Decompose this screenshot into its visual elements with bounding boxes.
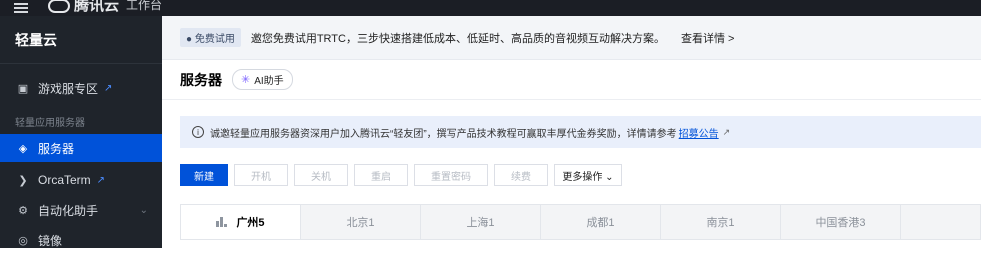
instance-toolbar: 新建 开机 关机 重启 重置密码 续费 更多操作 ⌄ (180, 164, 622, 188)
tab-region-hongkong3[interactable]: 中国香港3 (781, 205, 901, 239)
top-navigation-bar: 腾讯云 工作台 (0, 0, 981, 16)
tab-region-guangzhou5[interactable]: 广州5 (181, 205, 301, 239)
ai-assistant-label: AI助手 (254, 76, 284, 87)
sidebar-item-label: 游戏服专区 (38, 81, 99, 96)
terminal-icon: ❯ (18, 174, 28, 187)
create-button[interactable]: 新建 (180, 164, 228, 186)
sidebar-item-label: 服务器 (38, 141, 75, 156)
sidebar-item-images[interactable]: ◎ 镜像 (0, 226, 162, 254)
tab-region-shanghai1[interactable]: 上海1 (421, 205, 541, 239)
server-icon: ◈ (18, 142, 28, 155)
sparkle-icon: ✳ (241, 74, 251, 86)
sidebar-item-label: 镜像 (38, 233, 63, 248)
menu-icon[interactable] (14, 3, 28, 13)
workbench-link[interactable]: 工作台 (126, 0, 162, 13)
chevron-down-icon: ⌄ (139, 204, 148, 216)
restart-button[interactable]: 重启 (354, 164, 408, 186)
external-link-icon: ↗ (96, 174, 106, 186)
start-button[interactable]: 开机 (234, 164, 288, 186)
ai-assistant-button[interactable]: ✳ AI助手 (232, 69, 293, 90)
region-label: 广州5 (236, 217, 265, 229)
sidebar-item-game-server[interactable]: ▣ 游戏服专区 ↗ (0, 74, 162, 102)
sidebar-group-label: 轻量应用服务器 (15, 118, 85, 129)
page-title: 服务器 (180, 71, 222, 88)
stop-button[interactable]: 关机 (294, 164, 348, 186)
gamepad-icon: ▣ (17, 82, 29, 95)
tab-region-nanjing1[interactable]: 南京1 (661, 205, 781, 239)
info-icon: i (192, 126, 204, 138)
automation-icon: ⚙ (18, 204, 28, 217)
promo-text: 邀您免费试用TRTC，三步快速搭建低成本、低延时、高品质的音视频互动解决方案。 (250, 32, 665, 45)
info-text: 诚邀轻量应用服务器资深用户加入腾讯云“轻友团”，撰写产品技术教程可赢取丰厚代金券… (210, 128, 677, 140)
region-bars-icon (216, 217, 228, 227)
view-details-link[interactable]: 查看详情 > (681, 30, 734, 46)
sidebar-item-orcaterm[interactable]: ❯ OrcaTerm ↗ (0, 166, 162, 194)
recruitment-notice-link[interactable]: 招募公告 (679, 125, 719, 140)
sidebar-item-label: 自动化助手 (38, 203, 99, 218)
tab-region-chengdu1[interactable]: 成都1 (541, 205, 661, 239)
reset-password-button[interactable]: 重置密码 (414, 164, 488, 186)
promo-notice-bar: ● 免费试用 邀您免费试用TRTC，三步快速搭建低成本、低延时、高品质的音视频互… (162, 16, 981, 60)
sidebar-divider (0, 63, 162, 64)
sidebar-item-automation[interactable]: ⚙ 自动化助手 ⌄ (0, 196, 162, 224)
tencent-cloud-logo[interactable]: 腾讯云 (48, 0, 119, 15)
tab-region-beijing1[interactable]: 北京1 (301, 205, 421, 239)
sidebar-item-servers[interactable]: ◈ 服务器 (0, 134, 162, 162)
external-link-icon: ↗ (104, 82, 113, 94)
page-header: 服务器 ✳ AI助手 (162, 60, 981, 100)
info-banner: i 诚邀轻量应用服务器资深用户加入腾讯云“轻友团”，撰写产品技术教程可赢取丰厚代… (180, 116, 981, 148)
external-link-icon: ↗ (722, 126, 731, 137)
image-icon: ◎ (18, 234, 28, 247)
sidebar-item-label: OrcaTerm (38, 173, 91, 187)
free-trial-badge: ● 免费试用 (180, 28, 241, 47)
renew-button[interactable]: 续费 (494, 164, 548, 186)
sidebar-title: 轻量云 (15, 32, 57, 48)
sidebar: 轻量云 ▣ 游戏服专区 ↗ 轻量应用服务器 ◈ 服务器 ❯ OrcaTerm ↗… (0, 16, 162, 248)
more-actions-dropdown[interactable]: 更多操作 ⌄ (554, 164, 622, 186)
region-tabs: 广州5 北京1 上海1 成都1 南京1 中国香港3 (180, 204, 981, 240)
